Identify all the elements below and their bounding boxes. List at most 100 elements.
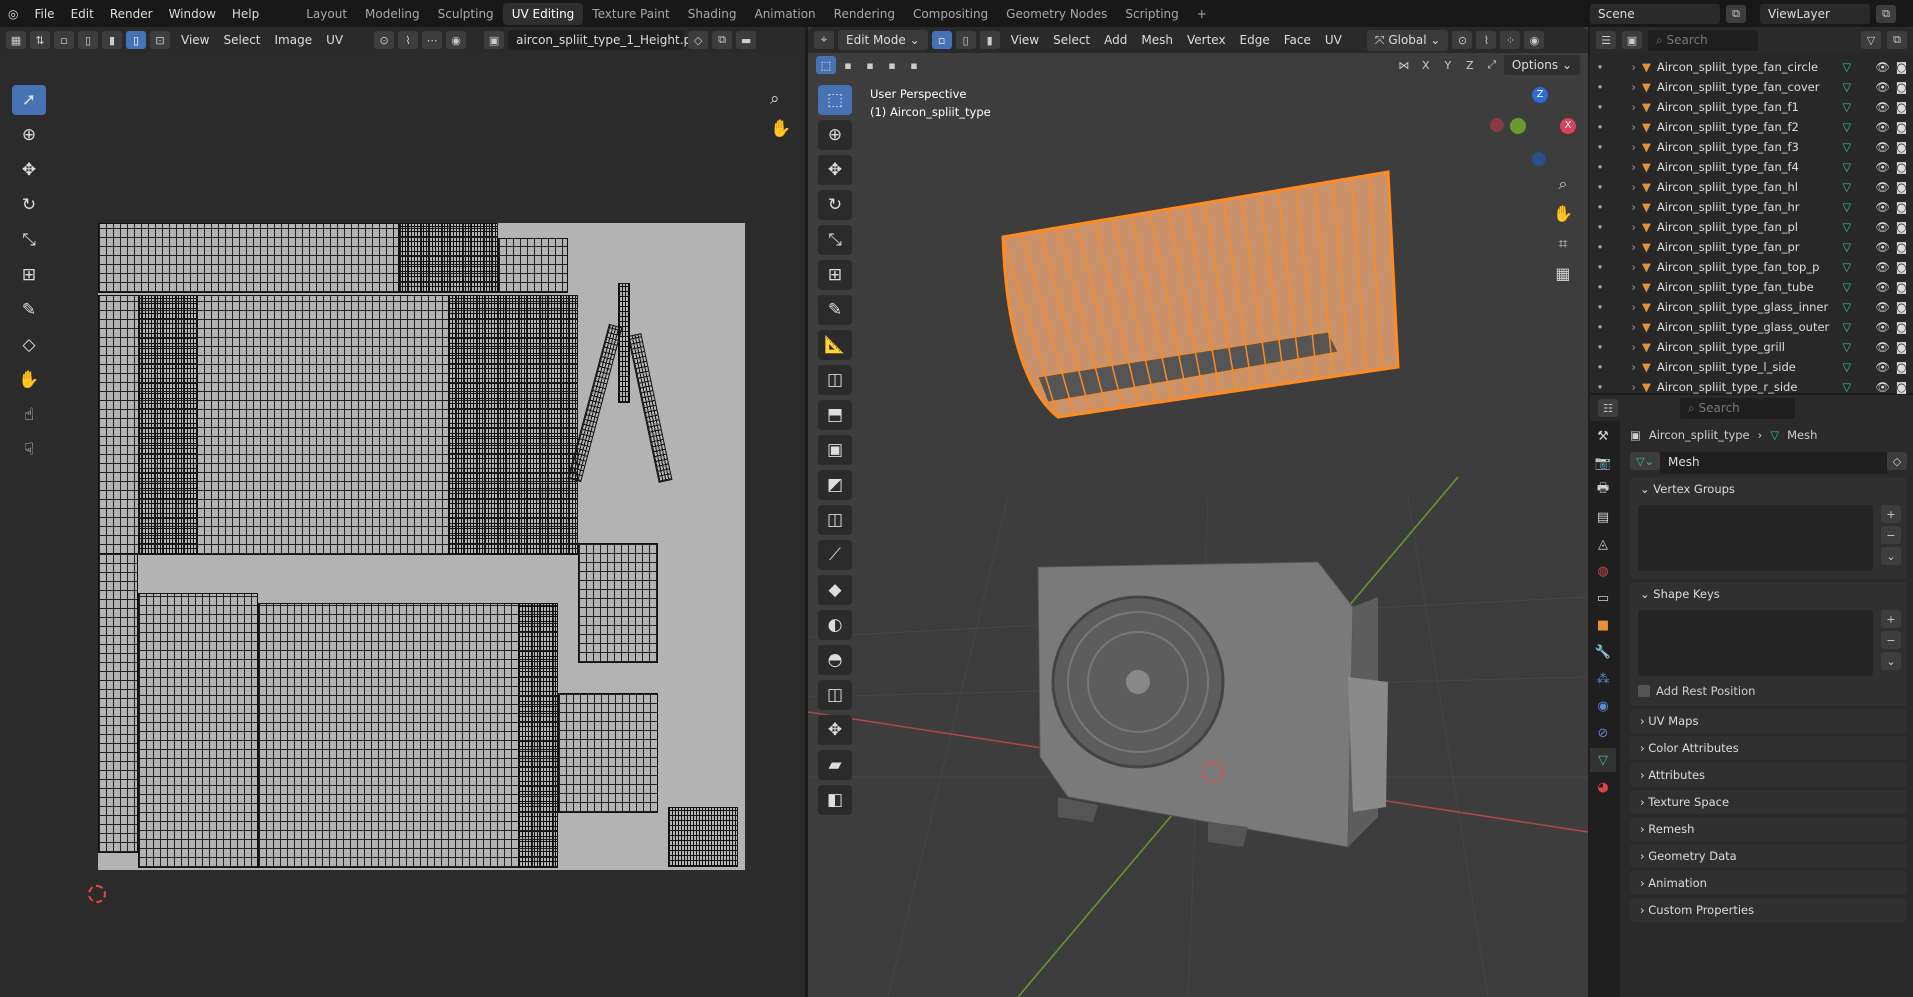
tab-rendering[interactable]: Rendering	[825, 3, 904, 25]
zoom-icon[interactable]: ⌕	[1553, 169, 1573, 199]
expand-chevron-icon[interactable]: ›	[1610, 280, 1636, 294]
visibility-eye-icon[interactable]: 👁	[1875, 160, 1890, 174]
cursor-tool-icon[interactable]: ⊕	[12, 120, 46, 150]
rip-tool-icon[interactable]: ◇	[12, 330, 46, 360]
add-rest-position-checkbox[interactable]: Add Rest Position	[1630, 680, 1907, 706]
island-select-icon[interactable]: ▯	[126, 31, 146, 49]
outliner-search[interactable]: ⌕ Search	[1648, 29, 1758, 51]
mesh-data-icon[interactable]: ▽	[1842, 380, 1851, 394]
add-shape-key-button[interactable]: +	[1881, 610, 1901, 628]
viewport-menu-uv[interactable]: UV	[1318, 30, 1349, 50]
mesh-data-icon[interactable]: ▽	[1842, 360, 1851, 374]
panel-header[interactable]: › Animation	[1630, 871, 1907, 895]
menu-render[interactable]: Render	[102, 7, 161, 21]
tab-texture-paint[interactable]: Texture Paint	[583, 3, 678, 25]
collection-tab-icon[interactable]: ▭	[1590, 586, 1616, 610]
tab--[interactable]: +	[1188, 3, 1216, 25]
visibility-eye-icon[interactable]: 👁	[1875, 360, 1890, 374]
snap-target-icon[interactable]: ⁘	[1500, 31, 1521, 49]
outliner-item[interactable]: • › ▼ Aircon_spliit_type_fan_f1 ▽ 👁 ◙	[1590, 97, 1913, 117]
expand-chevron-icon[interactable]: ›	[1610, 200, 1636, 214]
visibility-eye-icon[interactable]: 👁	[1875, 100, 1890, 114]
indoor-unit-mesh[interactable]	[1001, 170, 1400, 419]
expand-chevron-icon[interactable]: ›	[1610, 100, 1636, 114]
visibility-eye-icon[interactable]: 👁	[1875, 280, 1890, 294]
mesh-data-icon[interactable]: ▽	[1842, 240, 1851, 254]
inset-tool-icon[interactable]: ▣	[818, 435, 852, 465]
outliner-item[interactable]: • › ▼ Aircon_spliit_type_fan_pl ▽ 👁 ◙	[1590, 217, 1913, 237]
outliner-item[interactable]: • › ▼ Aircon_spliit_type_fan_top_p ▽ 👁 ◙	[1590, 257, 1913, 277]
remove-shape-key-button[interactable]: −	[1881, 631, 1901, 649]
visibility-eye-icon[interactable]: 👁	[1875, 220, 1890, 234]
pan-hand-icon[interactable]: ✋	[1553, 199, 1573, 229]
world-tab-icon[interactable]: ◍	[1590, 559, 1616, 583]
snap-target-icon[interactable]: ⋯	[422, 31, 443, 49]
render-camera-icon[interactable]: ◙	[1896, 200, 1907, 214]
render-camera-icon[interactable]: ◙	[1896, 260, 1907, 274]
mesh-data-icon[interactable]: ▽	[1842, 180, 1851, 194]
physics-tab-icon[interactable]: ◉	[1590, 694, 1616, 718]
outliner-item[interactable]: • › ▼ Aircon_spliit_type_fan_f2 ▽ 👁 ◙	[1590, 117, 1913, 137]
visibility-eye-icon[interactable]: 👁	[1875, 140, 1890, 154]
panel-custom-properties[interactable]: › Custom Properties	[1630, 898, 1907, 922]
mesh-data-icon[interactable]: ▽	[1842, 340, 1851, 354]
mode-selector[interactable]: Edit Mode ⌄	[838, 30, 928, 50]
outliner-item[interactable]: • › ▼ Aircon_spliit_type_grill ▽ 👁 ◙	[1590, 337, 1913, 357]
visibility-eye-icon[interactable]: 👁	[1875, 200, 1890, 214]
pan-hand-icon[interactable]: ✋	[770, 119, 791, 139]
render-camera-icon[interactable]: ◙	[1896, 320, 1907, 334]
select-tool-icon[interactable]: ⬚	[818, 85, 852, 115]
uv-menu-view[interactable]: View	[174, 30, 216, 50]
object-tab-icon[interactable]: ■	[1590, 613, 1616, 637]
camera-view-icon[interactable]: ⌗	[1553, 229, 1573, 259]
gizmo-y-icon[interactable]	[1510, 118, 1526, 134]
expand-chevron-icon[interactable]: ›	[1610, 160, 1636, 174]
uv-menu-uv[interactable]: UV	[319, 30, 350, 50]
edge-slide-tool-icon[interactable]: ◫	[818, 680, 852, 710]
uv-image-canvas[interactable]	[98, 223, 745, 870]
panel-header[interactable]: › UV Maps	[1630, 709, 1907, 733]
expand-chevron-icon[interactable]: ›	[1610, 360, 1636, 374]
bevel-tool-icon[interactable]: ◩	[818, 470, 852, 500]
viewport-menu-face[interactable]: Face	[1277, 30, 1318, 50]
select-extend-icon[interactable]: ▪	[838, 56, 858, 74]
new-collection-icon[interactable]: ⧉	[1887, 31, 1907, 49]
tab-shading[interactable]: Shading	[679, 3, 746, 25]
tab-layout[interactable]: Layout	[297, 3, 356, 25]
outliner-item[interactable]: • › ▼ Aircon_spliit_type_l_side ▽ 👁 ◙	[1590, 357, 1913, 377]
expand-chevron-icon[interactable]: ›	[1610, 240, 1636, 254]
panel-color-attributes[interactable]: › Color Attributes	[1630, 736, 1907, 760]
render-camera-icon[interactable]: ◙	[1896, 160, 1907, 174]
mesh-data-icon[interactable]: ▽	[1842, 200, 1851, 214]
menu-window[interactable]: Window	[161, 7, 224, 21]
vertex-select-icon[interactable]: ▫	[54, 31, 74, 49]
mesh-data-icon[interactable]: ▽	[1842, 160, 1851, 174]
mesh-data-icon[interactable]: ▽	[1842, 300, 1851, 314]
panel-header[interactable]: › Attributes	[1630, 763, 1907, 787]
gizmo-neg-z-icon[interactable]	[1532, 152, 1546, 166]
mesh-datablock[interactable]: ▽⌄ Mesh ◇	[1630, 452, 1907, 474]
data-tab-icon[interactable]: ▽	[1590, 748, 1616, 772]
render-camera-icon[interactable]: ◙	[1896, 220, 1907, 234]
visibility-eye-icon[interactable]: 👁	[1875, 260, 1890, 274]
mesh-data-icon[interactable]: ▽	[1842, 60, 1851, 74]
expand-chevron-icon[interactable]: ›	[1610, 80, 1636, 94]
orientation-selector[interactable]: ⤧ Global ⌄	[1366, 29, 1449, 51]
outliner-item[interactable]: • › ▼ Aircon_spliit_type_fan_tube ▽ 👁 ◙	[1590, 277, 1913, 297]
modifier-tab-icon[interactable]: 🔧	[1590, 640, 1616, 664]
outdoor-unit[interactable]	[1037, 561, 1388, 848]
mirror-z[interactable]: Z	[1459, 56, 1480, 74]
cursor-tool-icon[interactable]: ⊕	[818, 120, 852, 150]
tab-sculpting[interactable]: Sculpting	[429, 3, 503, 25]
pinch-tool-icon[interactable]: ☟	[12, 435, 46, 465]
editor-type-icon[interactable]: ⌖	[814, 31, 834, 49]
gizmo-neg-x-icon[interactable]	[1490, 118, 1504, 132]
shrink-fatten-tool-icon[interactable]: ✥	[818, 715, 852, 745]
new-view-layer-icon[interactable]: ⧉	[1876, 4, 1896, 23]
panel-header[interactable]: › Color Attributes	[1630, 736, 1907, 760]
shear-tool-icon[interactable]: ▰	[818, 750, 852, 780]
render-camera-icon[interactable]: ◙	[1896, 120, 1907, 134]
tab-geometry-nodes[interactable]: Geometry Nodes	[997, 3, 1116, 25]
mesh-data-icon[interactable]: ▽	[1842, 260, 1851, 274]
transform-tool-icon[interactable]: ⊞	[12, 260, 46, 290]
